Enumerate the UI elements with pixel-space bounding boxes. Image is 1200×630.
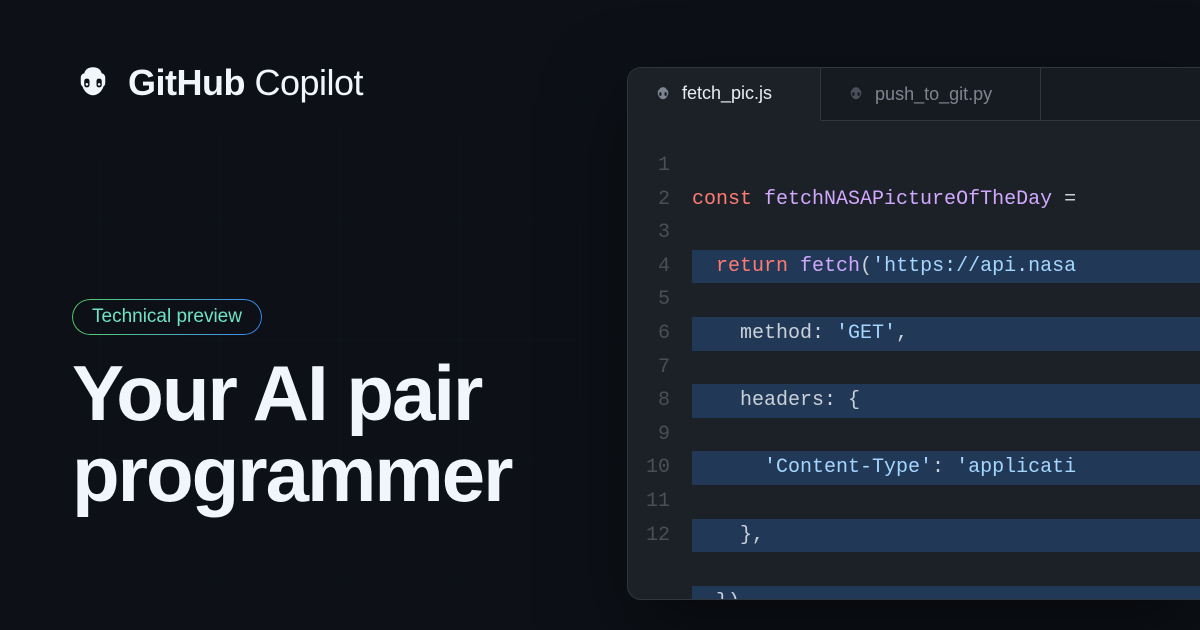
copilot-icon — [654, 85, 672, 103]
code-area[interactable]: 1 2 3 4 5 6 7 8 9 10 11 12 const fetchNA… — [628, 121, 1200, 600]
line-number: 11 — [628, 485, 670, 519]
editor-tabs: fetch_pic.js push_to_git.py — [628, 68, 1200, 121]
code-content: const fetchNASAPictureOfTheDay = return … — [692, 149, 1200, 600]
code-editor: fetch_pic.js push_to_git.py 1 2 3 4 5 — [627, 67, 1200, 600]
logo-brand: GitHub — [128, 62, 245, 103]
line-number: 10 — [628, 451, 670, 485]
hero-right: fetch_pic.js push_to_git.py 1 2 3 4 5 — [600, 0, 1200, 630]
hero-left: GitHub Copilot Technical preview Your AI… — [0, 0, 600, 630]
line-number: 7 — [628, 351, 670, 385]
code-line: }, — [692, 519, 1200, 553]
code-line: 'Content-Type': 'applicati — [692, 451, 1200, 485]
page-headline: Your AI pair programmer — [72, 353, 600, 515]
code-line: method: 'GET', — [692, 317, 1200, 351]
line-number: 2 — [628, 183, 670, 217]
line-number-gutter: 1 2 3 4 5 6 7 8 9 10 11 12 — [628, 149, 692, 600]
line-number: 3 — [628, 216, 670, 250]
code-line: headers: { — [692, 384, 1200, 418]
line-number: 6 — [628, 317, 670, 351]
logo: GitHub Copilot — [72, 62, 600, 104]
tab-fetch-pic[interactable]: fetch_pic.js — [628, 68, 821, 121]
tab-filename: fetch_pic.js — [682, 83, 772, 104]
line-number: 5 — [628, 283, 670, 317]
tab-filename: push_to_git.py — [875, 84, 992, 105]
line-number: 12 — [628, 519, 670, 553]
main-container: GitHub Copilot Technical preview Your AI… — [0, 0, 1200, 630]
headline-line-1: Your AI pair — [72, 349, 481, 437]
copilot-icon — [72, 62, 114, 104]
logo-text: GitHub Copilot — [128, 62, 363, 104]
badge-label: Technical preview — [72, 299, 262, 335]
copilot-icon — [847, 85, 865, 103]
logo-product: Copilot — [255, 62, 364, 103]
headline-line-2: programmer — [72, 430, 511, 518]
line-number: 4 — [628, 250, 670, 284]
tab-push-to-git[interactable]: push_to_git.py — [821, 68, 1041, 120]
line-number: 8 — [628, 384, 670, 418]
line-number: 1 — [628, 149, 670, 183]
code-line: return fetch('https://api.nasa — [692, 250, 1200, 284]
code-line: const fetchNASAPictureOfTheDay = — [692, 183, 1200, 217]
code-line: }) — [692, 586, 1200, 600]
line-number: 9 — [628, 418, 670, 452]
technical-preview-badge: Technical preview — [72, 299, 262, 335]
